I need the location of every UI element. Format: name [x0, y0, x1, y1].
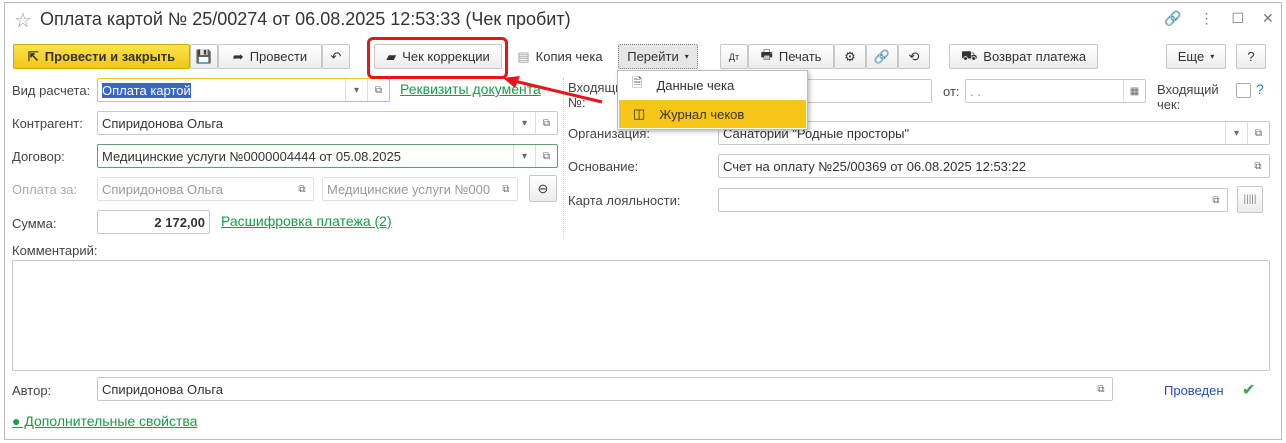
annotation-arrow — [503, 76, 603, 104]
